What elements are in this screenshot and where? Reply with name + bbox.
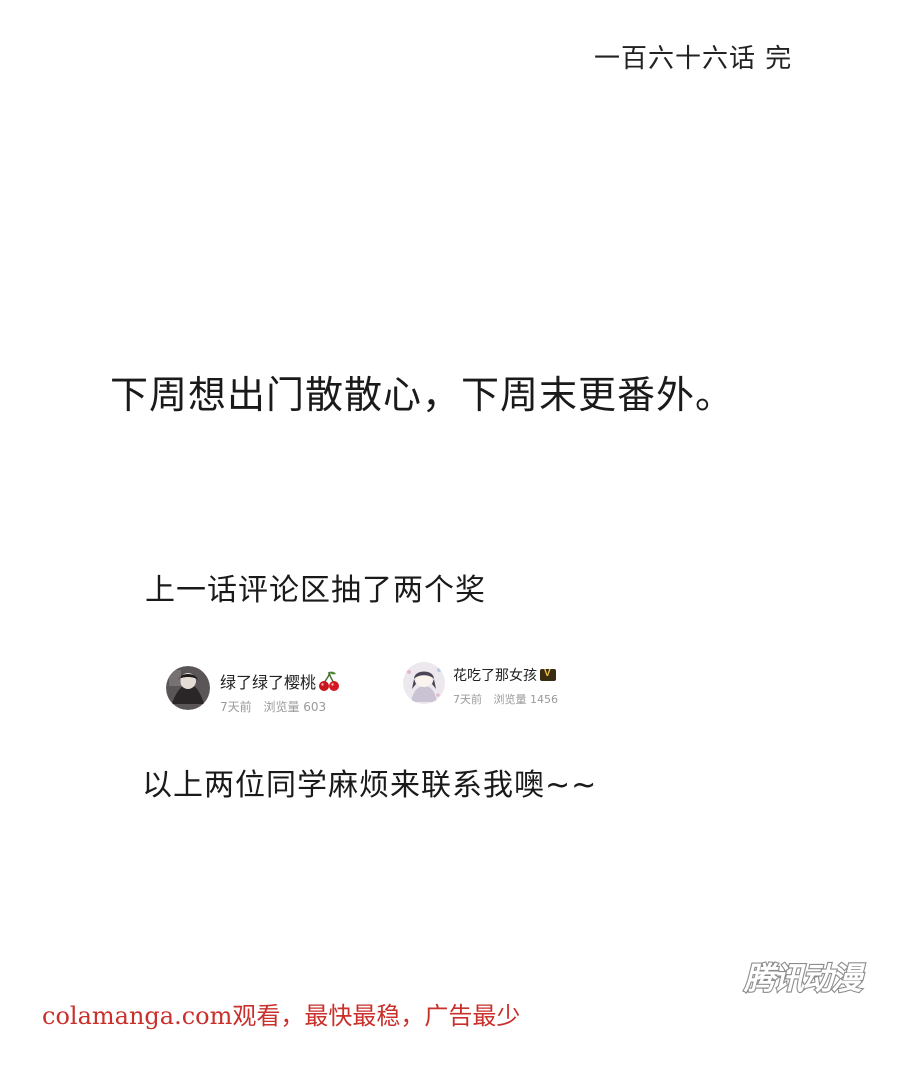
vip-badge-icon [540, 668, 556, 681]
comment-time: 7天前 [220, 700, 252, 714]
chapter-end-label: 一百六十六话 完 [594, 44, 793, 74]
avatar [403, 662, 445, 704]
site-banner: colamanga.com观看，最快最稳，广告最少 [42, 1002, 521, 1030]
svg-text:腾讯动漫: 腾讯动漫 [743, 961, 866, 997]
avatar [166, 666, 210, 710]
comment-meta: 7天前 浏览量 1456 [453, 691, 566, 707]
cherry-icon [318, 670, 340, 696]
lottery-announcement: 上一话评论区抽了两个奖 [145, 573, 486, 608]
contact-request: 以上两位同学麻烦来联系我噢~~ [142, 768, 598, 803]
comment-views: 浏览量 1456 [493, 693, 559, 706]
winner-name: 绿了绿了樱桃 [220, 669, 340, 696]
comment-views: 浏览量 603 [263, 700, 327, 714]
comment-meta: 7天前 浏览量 603 [220, 698, 334, 715]
update-notice: 下周想出门散散心，下周末更番外。 [110, 373, 735, 417]
comment-time: 7天前 [453, 693, 482, 706]
tencent-comic-watermark-logo: 腾讯动漫 [742, 958, 886, 998]
winner-name: 花吃了那女孩 [453, 665, 556, 685]
